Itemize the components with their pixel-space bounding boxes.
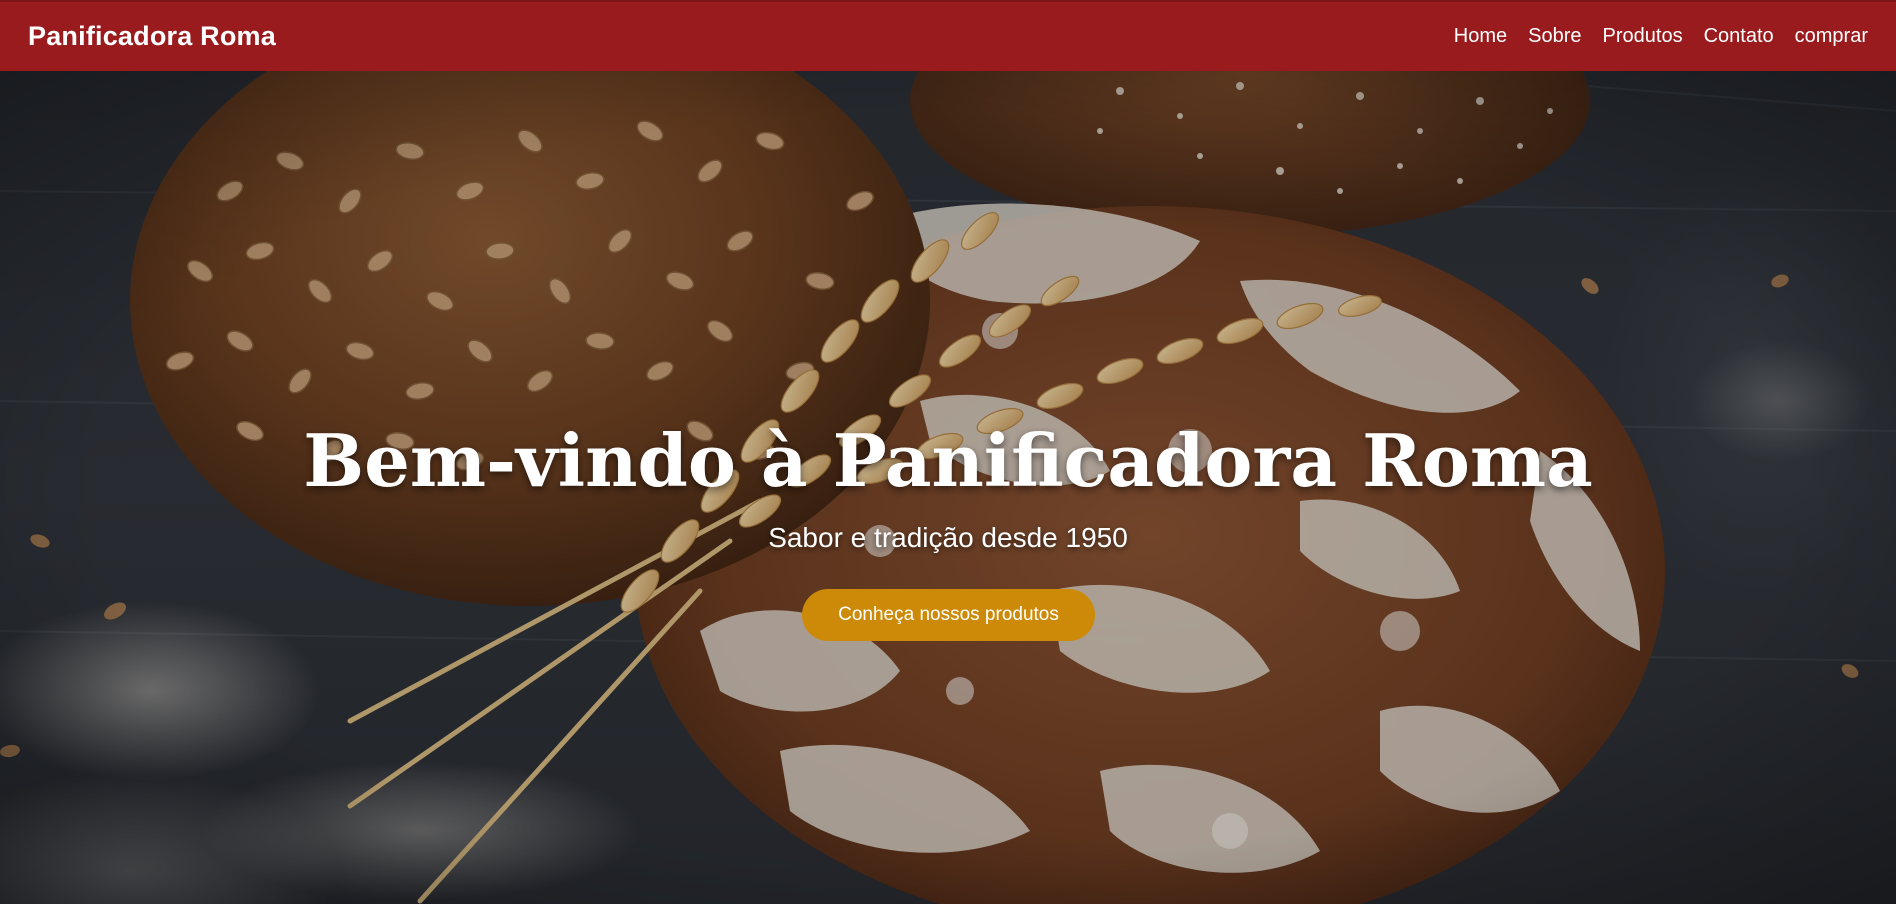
hero-title: Bem-vindo à Panificadora Roma — [303, 418, 1593, 503]
hero-content: Bem-vindo à Panificadora Roma Sabor e tr… — [0, 71, 1896, 904]
nav-link-sobre[interactable]: Sobre — [1528, 25, 1581, 48]
nav-link-produtos[interactable]: Produtos — [1603, 25, 1683, 48]
nav-link-comprar[interactable]: comprar — [1795, 25, 1868, 48]
nav-link-home[interactable]: Home — [1454, 25, 1507, 48]
brand-logo-text[interactable]: Panificadora Roma — [28, 21, 276, 52]
nav-link-contato[interactable]: Contato — [1704, 25, 1774, 48]
nav-menu: Home Sobre Produtos Contato comprar — [1454, 25, 1868, 48]
hero-subtitle: Sabor e tradição desde 1950 — [768, 522, 1128, 553]
top-navbar: Panificadora Roma Home Sobre Produtos Co… — [0, 0, 1896, 71]
products-cta-button[interactable]: Conheça nossos produtos — [802, 589, 1095, 641]
